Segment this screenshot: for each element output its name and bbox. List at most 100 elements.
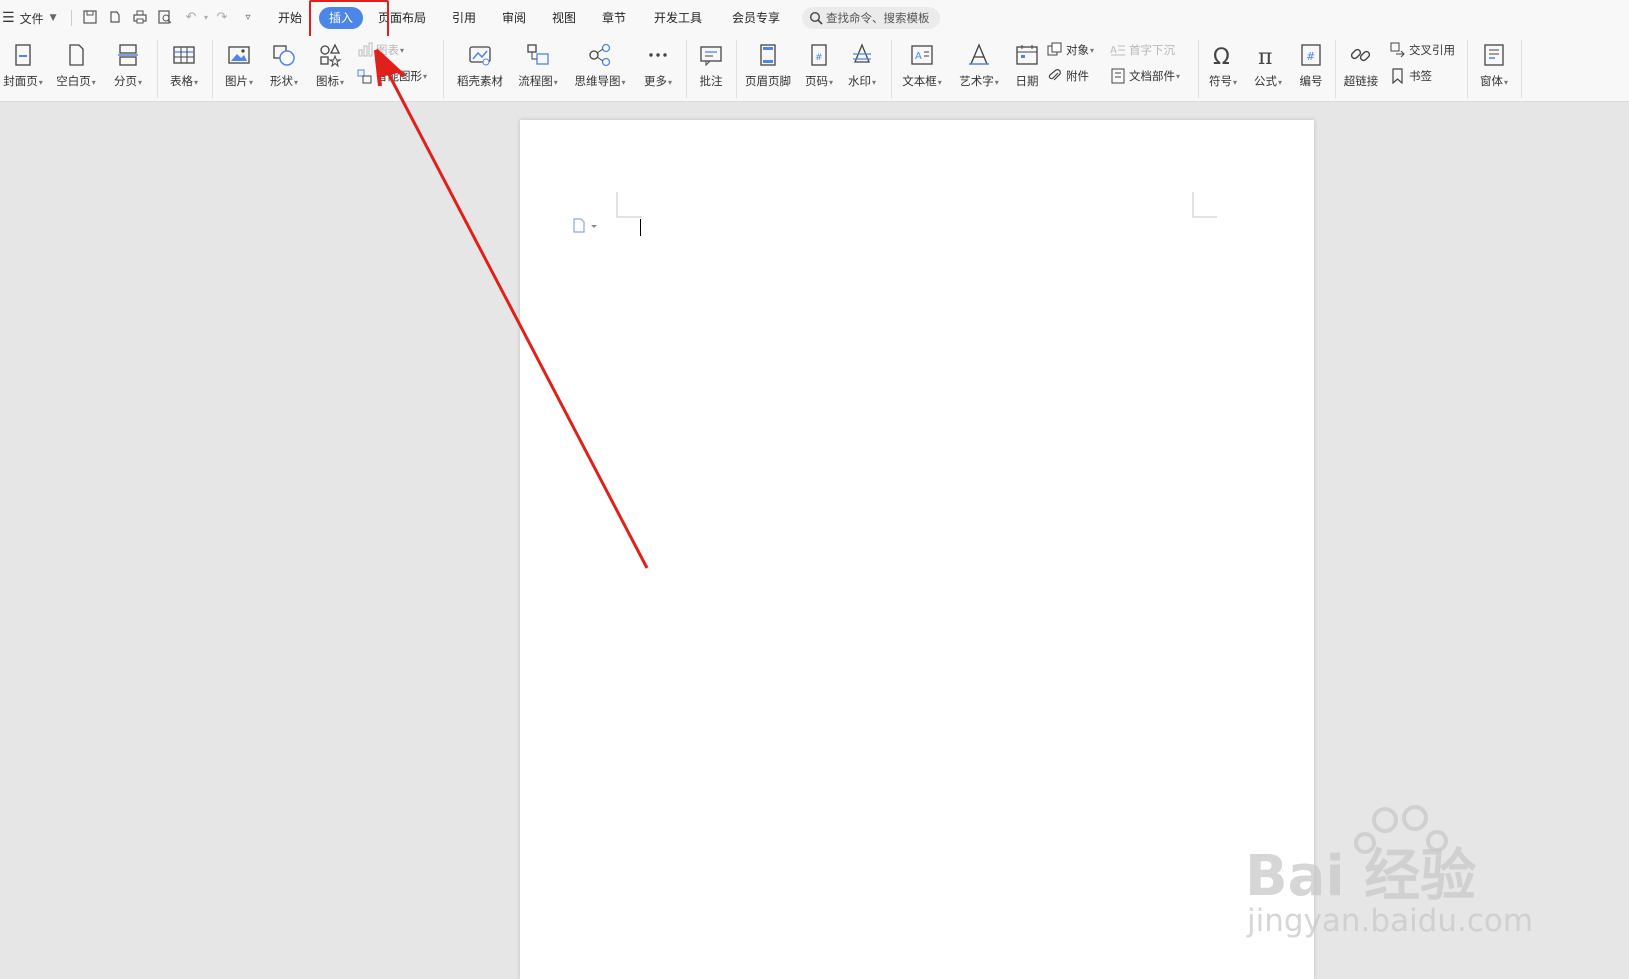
drop-cap-label: 首字下沉 <box>1129 43 1175 57</box>
mind-map-button[interactable]: 思维导图▾ <box>571 40 629 98</box>
cross-reference-label: 交叉引用 <box>1409 43 1455 57</box>
flowchart-button[interactable]: 流程图▾ <box>515 40 561 98</box>
print-preview-icon[interactable] <box>157 10 173 26</box>
hyperlink-button[interactable]: 超链接 <box>1341 40 1381 98</box>
bookmark-icon <box>1392 68 1403 84</box>
export-pdf-icon[interactable] <box>107 10 123 26</box>
numbering-label: 编号 <box>1299 74 1323 88</box>
group-divider <box>891 40 892 98</box>
svg-text:A: A <box>915 51 922 62</box>
table-button[interactable]: 表格▾ <box>164 40 204 98</box>
page-number-icon: # <box>811 44 827 66</box>
divider <box>71 10 72 26</box>
assets-icon <box>469 46 491 66</box>
undo-icon[interactable]: ↶ <box>183 10 199 26</box>
flowchart-label: 流程图 <box>518 74 553 88</box>
tab-review[interactable]: 审阅 <box>498 7 530 29</box>
chevron-down-icon: ▼ <box>49 13 57 23</box>
equation-button[interactable]: π 公式▾ <box>1250 40 1286 98</box>
tab-member-exclusive[interactable]: 会员专享 <box>728 7 784 29</box>
svg-text:Ω: Ω <box>1213 45 1230 68</box>
tab-view[interactable]: 视图 <box>548 7 580 29</box>
shape-icon <box>273 45 295 66</box>
watermark-label: 水印 <box>847 74 871 88</box>
group-divider <box>157 40 158 98</box>
document-page[interactable] <box>520 120 1314 979</box>
group-divider <box>1521 40 1522 98</box>
hyperlink-label: 超链接 <box>1343 74 1379 88</box>
drop-cap-icon: A <box>1110 45 1125 56</box>
group-divider <box>443 40 444 98</box>
ribbon-insert: 封面页▾ 空白页▾ 分页▾ 表格▾ 图片▾ 形状▾ 图标▾ 图表 ▾ 智能图形 ▾ … <box>0 36 1629 102</box>
print-icon[interactable] <box>132 10 148 26</box>
file-menu-label: 文件 <box>19 11 44 26</box>
save-icon[interactable] <box>82 10 98 26</box>
bookmark-button[interactable]: 书签 <box>1390 66 1432 86</box>
link-icon <box>1350 48 1371 62</box>
picture-button[interactable]: 图片▾ <box>219 40 259 98</box>
header-footer-button[interactable]: 页眉页脚 <box>742 40 794 98</box>
group-divider <box>1467 40 1468 98</box>
file-menu[interactable]: ☰ 文件 ▼ <box>0 8 57 28</box>
command-search-box[interactable]: 查找命令、搜索模板 <box>802 7 940 29</box>
header-footer-icon <box>760 44 776 66</box>
tab-developer-tools[interactable]: 开发工具 <box>650 7 706 29</box>
redo-icon[interactable]: ↷ <box>214 10 230 26</box>
tab-home[interactable]: 开始 <box>274 7 306 29</box>
date-label: 日期 <box>1015 74 1039 88</box>
page-number-button[interactable]: # 页码▾ <box>800 40 838 98</box>
blank-page-button[interactable]: 空白页▾ <box>53 40 99 98</box>
attachment-label: 附件 <box>1066 69 1089 83</box>
more-button[interactable]: 更多▾ <box>638 40 678 98</box>
numbering-button[interactable]: # 编号 <box>1295 40 1327 98</box>
page-break-button[interactable]: 分页▾ <box>108 40 148 98</box>
smart-art-button[interactable]: 智能图形 ▾ <box>357 66 427 86</box>
omega-icon: Ω <box>1213 45 1230 68</box>
word-art-button[interactable]: 艺术字▾ <box>956 40 1002 98</box>
doc-parts-button[interactable]: 文档部件 ▾ <box>1110 66 1180 86</box>
flowchart-icon <box>527 44 549 65</box>
mind-map-label: 思维导图 <box>574 74 621 88</box>
hamburger-icon: ☰ <box>2 10 15 26</box>
attachment-button[interactable]: 附件 <box>1047 66 1089 86</box>
form-window-button[interactable]: 窗体▾ <box>1474 40 1514 98</box>
page-break-icon <box>118 44 138 66</box>
object-icon <box>1047 42 1062 56</box>
chevron-down-icon[interactable]: ▾ <box>198 10 214 26</box>
icon-library-icon <box>320 43 342 68</box>
text-box-label: 文本框 <box>902 74 937 88</box>
chart-button[interactable]: 图表 ▾ <box>357 40 404 60</box>
tab-references[interactable]: 引用 <box>448 7 480 29</box>
cross-reference-icon <box>1390 42 1405 58</box>
watermark-button[interactable]: 水印▾ <box>843 40 881 98</box>
object-button[interactable]: 对象 ▾ <box>1047 40 1094 60</box>
customize-toolbar-icon[interactable]: ▿ <box>240 10 256 26</box>
date-button[interactable]: 日期 <box>1011 40 1043 98</box>
shape-button[interactable]: 形状▾ <box>264 40 304 98</box>
cross-reference-button[interactable]: 交叉引用 <box>1390 40 1455 60</box>
header-footer-label: 页眉页脚 <box>745 74 791 88</box>
symbol-button[interactable]: Ω 符号▾ <box>1205 40 1241 98</box>
blank-page-label: 空白页 <box>56 74 91 88</box>
word-art-icon <box>969 43 989 65</box>
cover-page-button[interactable]: 封面页▾ <box>0 40 46 98</box>
text-box-button[interactable]: A 文本框▾ <box>899 40 945 98</box>
tab-section[interactable]: 章节 <box>598 7 630 29</box>
group-divider <box>686 40 687 98</box>
group-divider <box>736 40 737 98</box>
daoke-assets-button[interactable]: 稻壳素材 <box>452 40 508 98</box>
icon-button[interactable]: 图标▾ <box>310 40 350 98</box>
picture-label: 图片 <box>224 74 248 88</box>
drop-cap-button[interactable]: A 首字下沉 <box>1110 40 1175 60</box>
page-number-label: 页码 <box>804 74 828 88</box>
comment-button[interactable]: 批注 <box>693 40 729 98</box>
svg-text:#: # <box>1306 50 1315 63</box>
chart-label: 图表 <box>376 43 399 57</box>
smart-art-label: 智能图形 <box>376 69 422 83</box>
watermark-brand: Bai 经验 <box>1245 844 1477 909</box>
blank-page-icon <box>69 44 84 66</box>
daoke-assets-label: 稻壳素材 <box>457 74 503 88</box>
bookmark-label: 书签 <box>1409 69 1432 83</box>
paragraph-options-icon[interactable] <box>572 218 602 234</box>
group-divider <box>1198 40 1199 98</box>
